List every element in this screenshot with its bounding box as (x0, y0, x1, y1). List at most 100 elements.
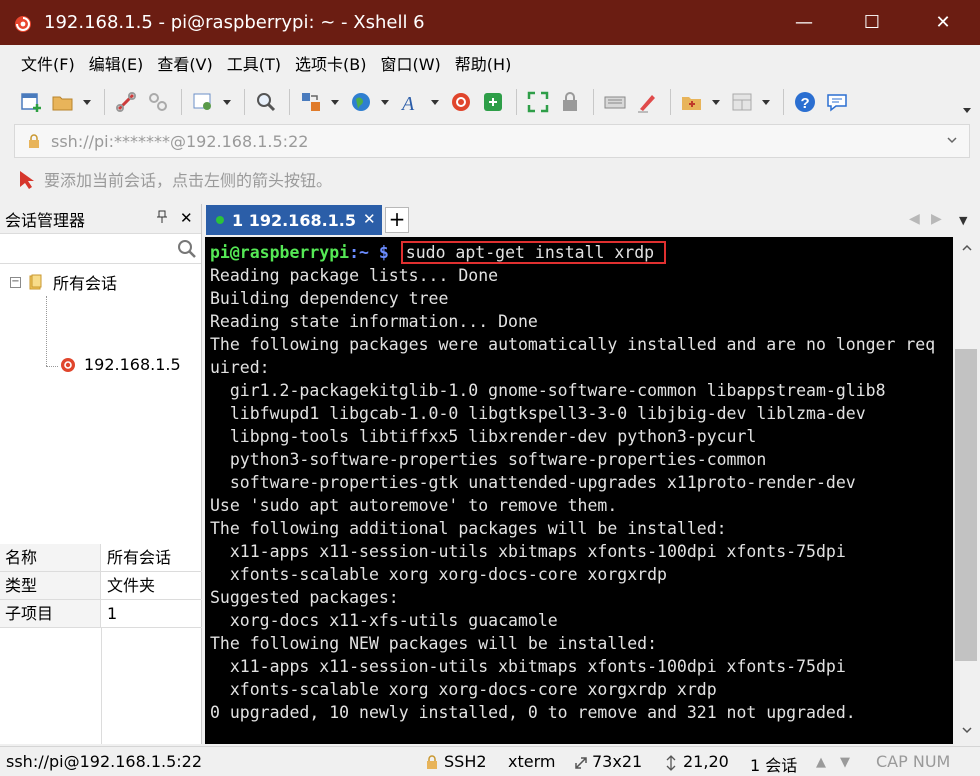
toolbar-overflow-dropdown[interactable] (962, 97, 972, 123)
tab-close-icon[interactable]: ✕ (363, 210, 376, 228)
tab-scroll-left-icon[interactable]: ◀ (909, 211, 920, 227)
session-prev-icon[interactable]: ▲ (816, 755, 826, 770)
terminal-line: Use 'sudo apt autoremove' to remove them… (210, 496, 618, 515)
terminal-line: python3-software-properties software-pro… (210, 450, 767, 469)
minimize-button[interactable]: — (770, 0, 838, 45)
session-search-input[interactable] (0, 234, 201, 264)
toolbar-separator (670, 89, 671, 115)
tree-node-all-sessions[interactable]: − 所有会话 (10, 270, 117, 294)
window-title: 192.168.1.5 - pi@raspberrypi: ~ - Xshell… (44, 12, 425, 33)
layout-dropdown[interactable] (761, 89, 771, 115)
reconnect-icon[interactable] (113, 89, 139, 115)
new-tab-button[interactable]: + (385, 207, 409, 233)
tab-scroll-right-icon[interactable]: ▶ (931, 211, 942, 227)
disconnect-icon[interactable] (145, 89, 171, 115)
toolbar: A ? (0, 81, 980, 123)
title-bar: 192.168.1.5 - pi@raspberrypi: ~ - Xshell… (0, 0, 980, 45)
globe-dropdown[interactable] (380, 89, 390, 115)
tree-connector (46, 366, 58, 367)
status-bar: ssh://pi@192.168.1.5:22 SSH2 xterm 73x21… (0, 746, 980, 776)
terminal-line: The following additional packages will b… (210, 519, 727, 538)
search-icon[interactable] (177, 239, 197, 259)
menu-bar: 文件(F) 编辑(E) 查看(V) 工具(T) 选项卡(B) 窗口(W) 帮助(… (0, 45, 980, 81)
property-grid: 名称 所有会话 类型 文件夹 子项目 1 (0, 544, 202, 744)
hint-bar: 要添加当前会话，点击左侧的箭头按钮。 (14, 162, 970, 196)
help-icon[interactable]: ? (792, 89, 818, 115)
status-size: 73x21 (592, 752, 643, 771)
prompt-path: :~ $ (349, 243, 389, 262)
tab-session-1[interactable]: 1 192.168.1.5 ✕ (206, 205, 382, 235)
collapse-icon[interactable]: − (10, 276, 21, 288)
tree-node-label: 所有会话 (53, 274, 118, 293)
status-term: xterm (508, 752, 556, 771)
new-folder-dropdown[interactable] (711, 89, 721, 115)
session-next-icon[interactable]: ▼ (840, 755, 850, 770)
find-icon[interactable] (253, 89, 279, 115)
toolbar-separator (516, 89, 517, 115)
font-dropdown[interactable] (430, 89, 440, 115)
properties-icon[interactable] (190, 89, 216, 115)
terminal-line: The following packages were automaticall… (210, 335, 936, 354)
resize-icon (575, 757, 587, 769)
globe-icon[interactable] (348, 89, 374, 115)
menu-tab[interactable]: 选项卡(B) (288, 51, 373, 75)
scrollbar-thumb[interactable] (955, 349, 977, 661)
properties-dropdown[interactable] (222, 89, 232, 115)
scroll-down-icon[interactable] (961, 725, 973, 735)
chevron-down-icon[interactable] (945, 133, 959, 147)
scroll-up-icon[interactable] (961, 243, 973, 253)
menu-file[interactable]: 文件(F) (14, 51, 82, 75)
new-session-icon[interactable] (18, 89, 44, 115)
menu-tools[interactable]: 工具(T) (220, 51, 288, 75)
font-icon[interactable]: A (398, 89, 424, 115)
layout-icon[interactable] (729, 89, 755, 115)
close-window-button[interactable]: ✕ (906, 0, 980, 45)
keyboard-icon[interactable] (602, 89, 628, 115)
terminal-line: Suggested packages: (210, 588, 399, 607)
session-manager-pane: 会话管理器 ✕ − 所有会话 192.168.1.5 名称 所有会话 类型 文件… (0, 204, 202, 744)
terminal-output[interactable]: pi@raspberrypi:~ $ sudo apt-get install … (205, 237, 953, 744)
fullscreen-icon[interactable] (525, 89, 551, 115)
highlighted-command: sudo apt-get install xrdp (400, 241, 667, 264)
property-key: 类型 (0, 572, 101, 599)
lock-icon (29, 134, 39, 148)
tree-node-session[interactable]: 192.168.1.5 (58, 354, 181, 374)
hint-text: 要添加当前会话，点击左侧的箭头按钮。 (44, 171, 333, 190)
connected-status-icon (216, 216, 224, 224)
highlight-icon[interactable] (634, 89, 660, 115)
property-value: 1 (107, 604, 118, 623)
transfer-dropdown[interactable] (330, 89, 340, 115)
maximize-button[interactable]: ☐ (838, 0, 906, 45)
tab-bar: 1 192.168.1.5 ✕ + ◀ ▶ ▼ (203, 204, 980, 236)
menu-window[interactable]: 窗口(W) (373, 51, 447, 75)
svg-text:?: ? (801, 95, 810, 112)
chat-icon[interactable] (824, 89, 850, 115)
terminal-line: x11-apps x11-session-utils xbitmaps xfon… (210, 542, 846, 561)
pin-icon[interactable] (156, 210, 168, 228)
minimize-icon: — (795, 12, 813, 33)
menu-edit[interactable]: 编辑(E) (82, 51, 151, 75)
terminal-line: libpng-tools libtiffxx5 libxrender-dev p… (210, 427, 757, 446)
add-session-arrow-icon[interactable] (14, 168, 36, 190)
xftp-icon[interactable] (480, 89, 506, 115)
address-bar[interactable]: ssh://pi:*******@192.168.1.5:22 (14, 124, 970, 158)
tab-label: 1 192.168.1.5 (232, 210, 356, 230)
open-dropdown[interactable] (82, 89, 92, 115)
open-folder-icon[interactable] (50, 89, 76, 115)
menu-view[interactable]: 查看(V) (150, 51, 219, 75)
property-value: 所有会话 (107, 548, 172, 567)
menu-help[interactable]: 帮助(H) (448, 51, 519, 75)
maximize-icon: ☐ (863, 12, 881, 33)
terminal-scrollbar[interactable] (953, 237, 980, 744)
terminal-line: x11-apps x11-session-utils xbitmaps xfon… (210, 657, 846, 676)
property-row: 子项目 1 (0, 600, 202, 628)
lock-icon (427, 755, 437, 769)
lock-icon[interactable] (557, 89, 583, 115)
new-folder-icon[interactable] (679, 89, 705, 115)
tab-list-dropdown-icon[interactable]: ▼ (959, 214, 967, 227)
pane-close-icon[interactable]: ✕ (180, 209, 193, 227)
property-key: 子项目 (0, 600, 101, 627)
transfer-icon[interactable] (298, 89, 324, 115)
xshell-icon[interactable] (448, 89, 474, 115)
xshell-logo-icon (15, 15, 31, 32)
